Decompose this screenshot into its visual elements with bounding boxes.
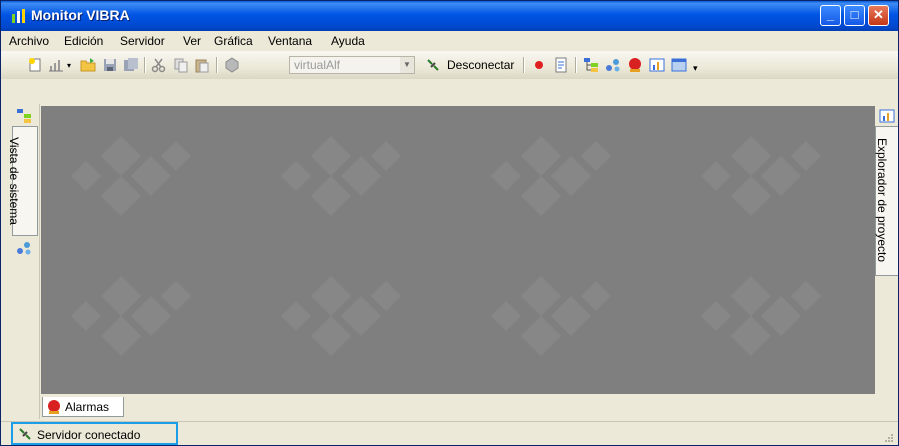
trend-chart-icon[interactable] <box>649 57 665 73</box>
tab-explorador-de-proyecto-label: Explorador de proyecto <box>875 137 890 263</box>
maximize-button[interactable]: □ <box>844 5 865 26</box>
disconnect-plug-icon <box>427 59 439 71</box>
server-gem-icon[interactable] <box>224 57 240 73</box>
menu-ayuda[interactable]: Ayuda <box>331 34 365 48</box>
server-combo-value: virtualAlf <box>294 58 341 72</box>
minimize-icon: _ <box>826 7 835 22</box>
save-icon[interactable] <box>102 57 118 73</box>
minimize-button[interactable]: _ <box>820 5 841 26</box>
save-all-icon[interactable] <box>123 57 139 73</box>
close-icon: ✕ <box>873 7 884 22</box>
network-icon[interactable] <box>16 240 32 256</box>
project-explorer-icon[interactable] <box>879 108 895 124</box>
workspace-background-pattern <box>41 106 875 394</box>
toolbar-separator <box>144 57 146 73</box>
tab-alarmas-label: Alarmas <box>65 400 110 414</box>
app-logo-icon <box>12 9 25 23</box>
maximize-icon: □ <box>850 7 859 22</box>
alarm-bell-icon[interactable] <box>627 57 643 73</box>
paste-icon[interactable] <box>194 57 210 73</box>
resize-grip-icon[interactable] <box>884 433 894 443</box>
right-dock-panel: Explorador de proyecto <box>875 104 898 419</box>
tab-vista-de-sistema[interactable]: Vista de sistema <box>7 126 38 236</box>
tree-view-icon[interactable] <box>16 108 32 124</box>
combo-dropdown-icon[interactable]: ▼ <box>400 57 414 73</box>
status-text: Servidor conectado <box>37 428 141 442</box>
toolbar-separator <box>216 57 218 73</box>
status-bar: Servidor conectado <box>1 421 898 445</box>
copy-icon[interactable] <box>173 57 189 73</box>
title-bar[interactable]: Monitor VIBRA _ □ ✕ <box>1 1 898 31</box>
status-panel: Servidor conectado <box>11 422 178 445</box>
menu-bar: Archivo Edición Servidor Ver Gráfica Ven… <box>1 31 898 51</box>
menu-ver[interactable]: Ver <box>183 34 201 48</box>
tab-alarmas[interactable]: Alarmas <box>42 397 124 417</box>
chart-icon[interactable] <box>48 57 64 73</box>
toolbar-overflow-icon[interactable]: ▾ <box>693 63 698 74</box>
toolbar-separator <box>575 57 577 73</box>
record-icon[interactable] <box>531 57 547 73</box>
menu-archivo[interactable]: Archivo <box>9 34 49 48</box>
network-icon[interactable] <box>605 57 621 73</box>
new-project-icon[interactable] <box>27 57 43 73</box>
tab-explorador-de-proyecto[interactable]: Explorador de proyecto <box>875 126 898 276</box>
menu-servidor[interactable]: Servidor <box>120 34 165 48</box>
menu-grafica[interactable]: Gráfica <box>214 34 253 48</box>
chart-dropdown-icon[interactable]: ▾ <box>67 61 71 70</box>
app-window: Monitor VIBRA _ □ ✕ Archivo Edición Serv… <box>0 0 899 446</box>
alarm-bell-icon <box>48 400 60 414</box>
server-combo[interactable]: virtualAlf ▼ <box>289 56 415 74</box>
open-folder-icon[interactable] <box>80 57 96 73</box>
menu-edicion[interactable]: Edición <box>64 34 103 48</box>
left-dock-panel: Vista de sistema <box>7 104 40 419</box>
connection-plug-icon <box>19 428 31 440</box>
toolbar-separator <box>523 57 525 73</box>
toolbar: ▾ virtualAlf ▼ Desconectar ▾ <box>1 51 898 79</box>
close-button[interactable]: ✕ <box>868 5 889 26</box>
mdi-workspace[interactable] <box>41 106 875 394</box>
report-icon[interactable] <box>553 57 569 73</box>
cut-icon[interactable] <box>151 57 167 73</box>
tree-view-icon[interactable] <box>583 57 599 73</box>
window-title: Monitor VIBRA <box>31 7 130 23</box>
tab-vista-de-sistema-label: Vista de sistema <box>6 137 21 225</box>
menu-ventana[interactable]: Ventana <box>268 34 312 48</box>
window-layout-icon[interactable] <box>671 57 687 73</box>
disconnect-button[interactable]: Desconectar <box>423 54 519 76</box>
disconnect-label: Desconectar <box>447 58 515 72</box>
